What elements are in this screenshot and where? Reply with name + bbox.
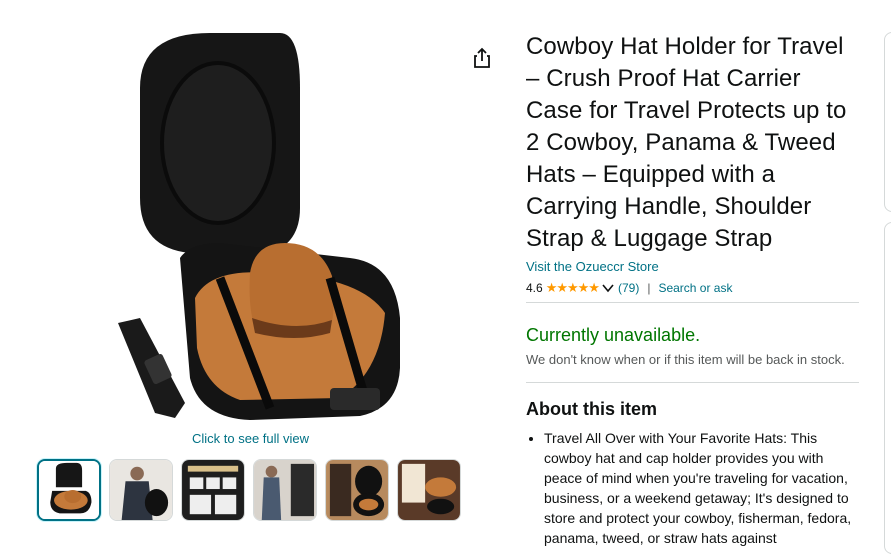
- share-button[interactable]: [470, 46, 494, 70]
- side-panel-edge: [884, 222, 891, 554]
- thumbnail-strip: [37, 459, 461, 521]
- product-title: Cowboy Hat Holder for Travel – Crush Pro…: [526, 33, 847, 252]
- separator: |: [647, 281, 651, 295]
- rating-value: 4.6: [526, 281, 543, 295]
- feature-bullets: Travel All Over with Your Favorite Hats:…: [526, 428, 859, 548]
- feature-bullet: Travel All Over with Your Favorite Hats:…: [544, 428, 859, 548]
- main-product-image[interactable]: [100, 28, 410, 428]
- buy-box-edge: [884, 32, 891, 212]
- thumbnail-hat-sizes[interactable]: [397, 459, 461, 521]
- product-info: Cowboy Hat Holder for Travel – Crush Pro…: [526, 31, 859, 548]
- thumbnail-accessories[interactable]: [181, 459, 245, 521]
- chevron-down-icon[interactable]: [602, 283, 614, 293]
- thumbnail-carrying[interactable]: [253, 459, 317, 521]
- image-gallery: Click to see full view: [0, 0, 510, 549]
- thumbnail-case-open[interactable]: [325, 459, 389, 521]
- divider: [526, 302, 859, 303]
- availability-status: Currently unavailable.: [526, 325, 701, 345]
- review-count-link[interactable]: (79): [618, 281, 639, 295]
- rating-row: 4.6 ★★★★★ (79) | Search or ask: [526, 279, 859, 297]
- divider: [526, 382, 859, 383]
- star-rating-icon[interactable]: ★★★★★: [546, 280, 600, 296]
- full-view-link[interactable]: Click to see full view: [192, 431, 309, 446]
- about-heading: About this item: [526, 399, 657, 419]
- thumbnail-man-with-case[interactable]: [109, 459, 173, 521]
- availability-note: We don't know when or if this item will …: [526, 352, 845, 367]
- store-link[interactable]: Visit the Ozueccr Store: [526, 259, 859, 274]
- share-icon: [474, 47, 490, 68]
- thumbnail-hat-case[interactable]: [37, 459, 101, 521]
- search-or-ask-link[interactable]: Search or ask: [658, 281, 732, 295]
